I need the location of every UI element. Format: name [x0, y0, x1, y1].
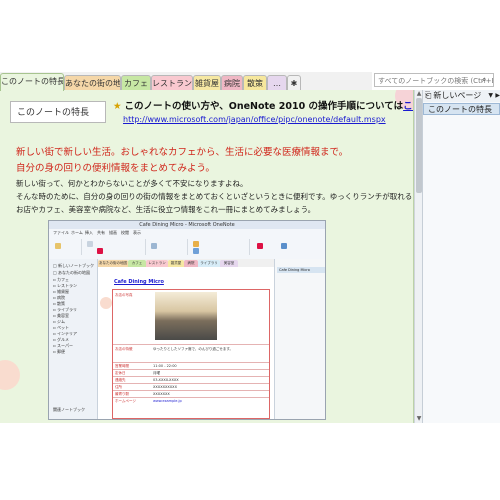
tab-restaurant[interactable]: レストラン — [151, 75, 193, 90]
body-text: 新しい街って、何かとわからないことが多くて不安になりますよね。 — [16, 179, 248, 188]
star-icon: ★ — [113, 101, 122, 112]
table-label: お店の特徴 — [115, 347, 133, 351]
styles-icon — [151, 243, 157, 249]
tab-features[interactable]: このノートの特長 — [0, 73, 64, 91]
table-value: www.example.jp — [153, 399, 182, 403]
paste-icon — [55, 243, 61, 249]
page-heading: ★このノートの使い方や、OneNote 2010 の操作手順についてはこちらから — [113, 98, 413, 112]
page-list-pane: ⎗ 新しいページ ▼ ▶ このノートの特長 — [422, 90, 500, 423]
todo-icon — [193, 248, 199, 254]
table-value: 03-XXXX-XXXX — [153, 378, 179, 382]
embedded-ribbon-tab: 描画 — [109, 230, 117, 235]
embedded-ribbon-tab: ホーム — [71, 230, 83, 235]
embedded-ribbon: ファイル ホーム 挿入 共有 描画 校閲 表示 — [49, 229, 325, 260]
embedded-page-pane: Cafe Dining Micro — [274, 259, 325, 419]
embedded-tab: 美容室 — [220, 260, 238, 267]
embedded-tab: 雑貨屋 — [168, 260, 184, 267]
search-icon[interactable]: ⌕ — [482, 75, 492, 85]
top-blank-area — [0, 0, 500, 72]
table-row: お店の特徴 ゆったりとしたソファ席で、のんびり過ごせます。 — [113, 344, 269, 363]
embedded-ribbon-group — [251, 239, 321, 255]
embedded-nav-footer: 関連ノートブック — [53, 407, 85, 412]
embedded-info-table: お店の写真 お店の特徴 ゆったりとしたソファ席で、のんびり過ごせます。 営業時間… — [112, 289, 270, 419]
help-url-link[interactable]: http://www.microsoft.com/japan/office/pi… — [123, 115, 386, 124]
tab-town-map[interactable]: あなたの街の地図 — [64, 75, 121, 90]
body-text: そんな時のために、自分の身の回りの街の情報をまとめておくといざというときに便利で… — [16, 192, 413, 201]
collapse-arrow-icon[interactable]: ▶ — [495, 90, 500, 102]
embedded-ribbon-tab: 共有 — [97, 230, 105, 235]
embedded-page-item: Cafe Dining Micro — [277, 267, 325, 273]
embedded-nav-item: □ あなたの街の地図 — [53, 270, 91, 275]
embedded-ribbon-tab: 挿入 — [85, 230, 93, 235]
page-list-item[interactable]: このノートの特長 — [423, 103, 500, 115]
tag-icon — [193, 241, 199, 247]
table-row: お店の写真 — [113, 290, 269, 344]
embedded-ribbon-group — [147, 239, 188, 255]
embedded-tab: あなたの街の地図 — [98, 260, 128, 267]
embedded-screenshot: Cafe Dining Micro - Microsoft OneNote ファ… — [48, 220, 326, 420]
embedded-tab: 病院 — [184, 260, 198, 267]
table-value: XXXXXXXXXX — [153, 385, 177, 389]
intro-red-line: 新しい街で新しい生活。おしゃれなカフェから、生活に必要な医療情報まで。 — [16, 147, 349, 158]
font-icon — [87, 241, 93, 247]
tab-cafe[interactable]: カフェ — [121, 75, 151, 90]
note-page[interactable]: このノートの特長 ★ このノートの使い方や、OneNote 2010 の操作手順に… — [0, 90, 414, 423]
table-value: 11:00 - 22:00 — [153, 364, 177, 368]
embedded-page-heading: Cafe Dining Micro — [114, 279, 164, 285]
embedded-ribbon-group — [51, 239, 82, 255]
table-row: ホームページ www.example.jp — [113, 397, 269, 405]
tab-new-section[interactable]: ✱ — [287, 75, 301, 90]
search-placeholder: すべてのノートブックの検索 (Ctrl+E) — [378, 77, 494, 85]
table-value: XXXXXXX — [153, 392, 170, 396]
embedded-tab: ライブラリ — [198, 260, 220, 267]
intro-red-line: 自分の身の回りの便利情報をまとめてみよう。 — [16, 163, 215, 174]
embedded-page: Cafe Dining Micro お店の写真 お店の特徴 ゆったりとしたソファ… — [98, 267, 273, 419]
tab-more[interactable]: … — [267, 75, 287, 90]
help-link[interactable]: こちら — [403, 101, 413, 112]
chevron-down-icon[interactable]: ▼ — [488, 90, 493, 102]
table-label: お店の写真 — [115, 293, 133, 297]
table-label: ホームページ — [115, 399, 136, 403]
embedded-ribbon-tab: 校閲 — [121, 230, 129, 235]
decor-bubble — [100, 297, 112, 309]
body-text: お店やカフェ、美容室や病院など、生活に役立つ情報をこれ一冊にまとめてみましょう。 — [16, 205, 316, 214]
embedded-ribbon-tab: 表示 — [133, 230, 141, 235]
embedded-section-tabs: あなたの街の地図 カフェ レストラン 雑貨屋 病院 ライブラリ 美容室 — [98, 259, 274, 267]
page-title[interactable]: このノートの特長 — [10, 101, 106, 123]
decor-bubble — [0, 360, 20, 390]
tab-hospital[interactable]: 病院 — [221, 75, 243, 90]
cafe-photo — [155, 292, 217, 340]
embedded-nav-item: ▫ 郵便 — [53, 349, 65, 354]
font-color-icon — [97, 248, 103, 254]
new-page-button[interactable]: ⎗ 新しいページ ▼ ▶ — [423, 90, 500, 102]
embedded-nav-item: □ 新しいノートブック — [53, 263, 95, 268]
search-input[interactable]: すべてのノートブックの検索 (Ctrl+E) ⌕ — [374, 73, 494, 87]
embedded-title-bar: Cafe Dining Micro - Microsoft OneNote — [49, 221, 325, 229]
embedded-ribbon-group — [83, 239, 146, 255]
heading-text: このノートの使い方や、OneNote 2010 の操作手順については — [124, 101, 404, 112]
flag-icon — [257, 243, 263, 249]
outlook-icon — [281, 243, 287, 249]
new-page-label: 新しいページ — [433, 91, 482, 100]
tab-zakkaya[interactable]: 雑貨屋 — [193, 75, 221, 90]
table-value: ゆったりとしたソファ席で、のんびり過ごせます。 — [153, 347, 234, 351]
tab-walk[interactable]: 散策 — [243, 75, 267, 90]
embedded-tab: カフェ — [128, 260, 146, 267]
embedded-notebook-nav: □ 新しいノートブック □ あなたの街の地図 ▫ カフェ ▫ レストラン ▫ 雑… — [49, 259, 98, 419]
section-tab-bar: このノートの特長 あなたの街の地図 カフェ レストラン 雑貨屋 病院 散策 … … — [0, 72, 372, 91]
embedded-ribbon-tab: ファイル — [53, 230, 69, 235]
new-page-icon: ⎗ — [425, 91, 432, 100]
embedded-tab: レストラン — [146, 260, 168, 267]
embedded-ribbon-group — [189, 239, 250, 255]
bottom-blank-area — [0, 423, 500, 500]
